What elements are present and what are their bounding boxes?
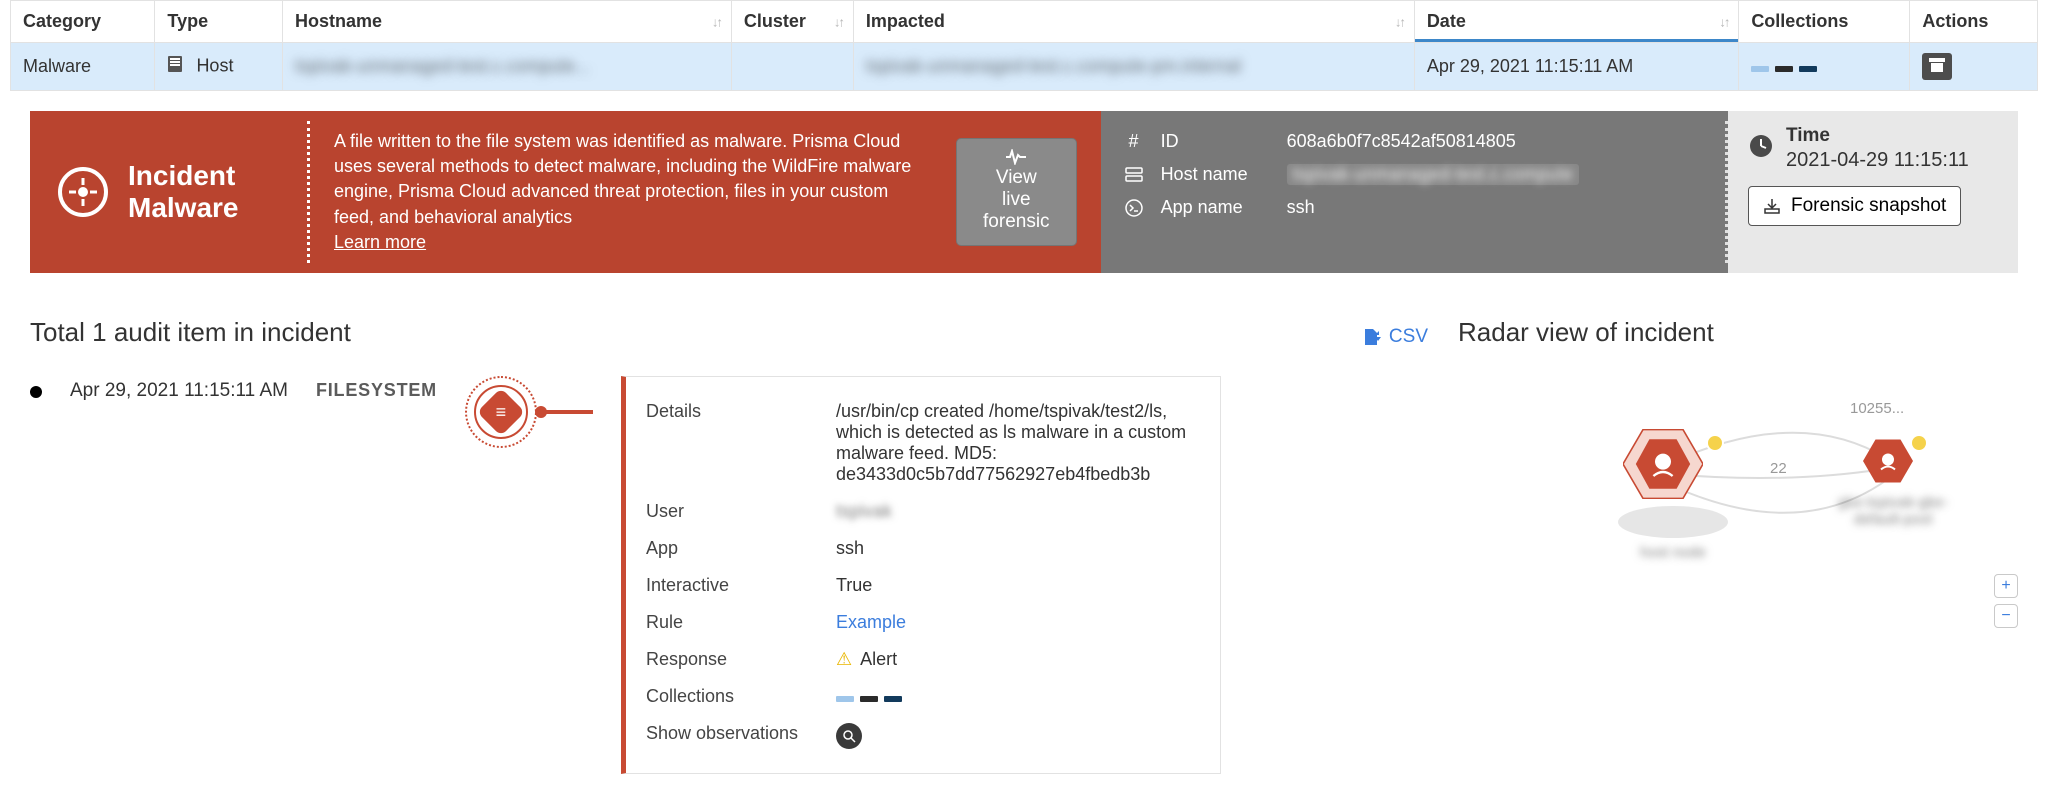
clock-icon: [1748, 133, 1774, 164]
cloud-icon: [1613, 502, 1733, 542]
incident-host: tspivak-unmanaged-test.c.compute: [1287, 164, 1579, 185]
wifi-icon: [1706, 434, 1724, 452]
server-icon: [1123, 166, 1145, 184]
audit-heading: Total 1 audit item in incident: [30, 317, 351, 348]
terminal-icon: [1123, 199, 1145, 217]
sort-icon: ↓↑: [1395, 14, 1404, 29]
banner-description: A file written to the file system was id…: [310, 111, 1101, 273]
audit-item: Apr 29, 2021 11:15:11 AM FILESYSTEM ≡ De…: [30, 376, 1428, 774]
cell-cluster: [731, 43, 853, 91]
sort-icon: ↓↑: [834, 14, 843, 29]
radar-zoom: + −: [1994, 574, 2018, 628]
warning-icon: ⚠: [836, 649, 852, 670]
audit-detail-card: Details/usr/bin/cp created /home/tspivak…: [621, 376, 1221, 774]
audit-date: Apr 29, 2021 11:15:11 AM: [70, 380, 288, 402]
learn-more-link[interactable]: Learn more: [334, 232, 426, 252]
zoom-in-button[interactable]: +: [1994, 574, 2018, 598]
collection-tags: [1751, 66, 1817, 72]
wifi-icon: [1910, 434, 1928, 452]
incident-app: ssh: [1287, 197, 1315, 218]
radar-node-secondary[interactable]: [1863, 439, 1913, 483]
incident-id: 608a6b0f7c8542af50814805: [1287, 131, 1516, 152]
incident-banner: IncidentMalware A file written to the fi…: [30, 111, 2018, 273]
archive-button[interactable]: [1922, 53, 1952, 80]
download-icon: [1763, 197, 1781, 215]
audit-kind: FILESYSTEM: [316, 380, 437, 401]
col-impacted[interactable]: Impacted↓↑: [853, 1, 1414, 43]
radar-heading: Radar view of incident: [1458, 317, 2018, 348]
view-live-forensic-button[interactable]: View live forensic: [956, 138, 1077, 246]
forensic-snapshot-button[interactable]: Forensic snapshot: [1748, 186, 1961, 226]
cell-type: Host: [155, 43, 283, 91]
banner-time: Time 2021-04-29 11:15:11 Forensic snapsh…: [1728, 111, 2018, 273]
zoom-out-button[interactable]: −: [1994, 604, 2018, 628]
bullet-icon: [30, 386, 42, 398]
rule-link[interactable]: Example: [836, 612, 906, 632]
sort-icon: ↓↑: [712, 14, 721, 29]
col-cluster[interactable]: Cluster↓↑: [731, 1, 853, 43]
cell-date: Apr 29, 2021 11:15:11 AM: [1414, 43, 1739, 91]
connector-line: [537, 410, 593, 414]
radar-view[interactable]: 10255... 22 host node gke-tspivak-gke-de…: [1458, 374, 2018, 634]
sort-icon: ↓↑: [1719, 14, 1728, 29]
edge-label: 22: [1770, 460, 1787, 477]
collection-tags: [836, 696, 902, 702]
response-alert: ⚠ Alert: [836, 649, 897, 670]
banner-meta: # ID 608a6b0f7c8542af50814805 Host name …: [1101, 111, 1728, 273]
pulse-icon: [1006, 149, 1026, 165]
hash-icon: #: [1123, 131, 1145, 152]
cell-actions: [1910, 43, 2038, 91]
node-label: host node: [1598, 544, 1748, 561]
show-observations-button[interactable]: [836, 723, 862, 749]
table-row[interactable]: Malware Host tspivak-unmanaged-test.c.co…: [11, 43, 2038, 91]
detail-user: tspivak: [836, 501, 1200, 522]
col-hostname[interactable]: Hostname↓↑: [283, 1, 732, 43]
col-collections[interactable]: Collections: [1739, 1, 1910, 43]
cell-hostname: tspivak-unmanaged-test.c.compute...: [283, 43, 732, 91]
file-export-icon: [1361, 327, 1381, 347]
col-category[interactable]: Category: [11, 1, 155, 43]
incidents-table: Category Type Hostname↓↑ Cluster↓↑ Impac…: [10, 0, 2038, 91]
node-label: gke-tspivak-gke-default-pool: [1818, 494, 1968, 528]
target-icon: [58, 167, 108, 217]
col-date[interactable]: Date↓↑: [1414, 1, 1739, 43]
filesystem-icon: ≡: [465, 376, 537, 448]
cell-collections: [1739, 43, 1910, 91]
col-actions[interactable]: Actions: [1910, 1, 2038, 43]
edge-label: 10255...: [1850, 400, 1904, 417]
detail-app: ssh: [836, 538, 1200, 559]
detail-text: /usr/bin/cp created /home/tspivak/test2/…: [836, 401, 1200, 485]
cell-impacted: tspivak-unmanaged-test.c.compute-pm.inte…: [853, 43, 1414, 91]
cell-category: Malware: [11, 43, 155, 91]
export-csv-button[interactable]: CSV: [1361, 326, 1428, 348]
host-icon: [167, 55, 183, 78]
detail-interactive: True: [836, 575, 1200, 596]
incident-time: 2021-04-29 11:15:11: [1786, 149, 1969, 172]
col-type[interactable]: Type: [155, 1, 283, 43]
banner-title: IncidentMalware: [30, 111, 310, 273]
radar-node-primary[interactable]: [1623, 429, 1703, 499]
